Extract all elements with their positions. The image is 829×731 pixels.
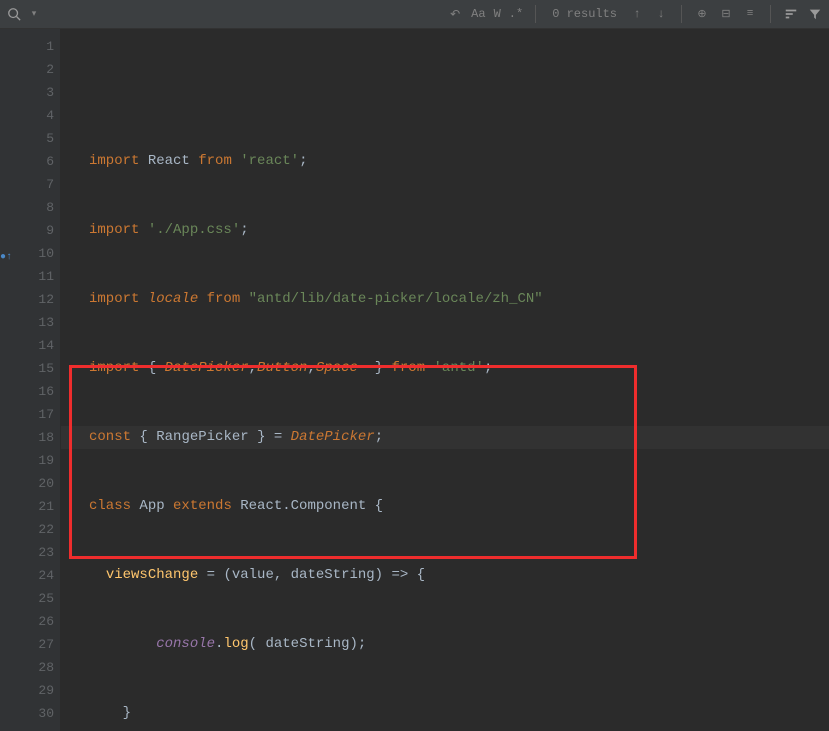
settings-icon[interactable] [783,6,799,22]
match-word-toggle[interactable]: W [494,7,501,21]
code-line[interactable]: class App extends React.Component { [89,495,829,518]
line-number[interactable]: 12 [0,288,54,311]
line-number[interactable]: 9 [0,219,54,242]
code-line[interactable]: viewsChange = (value, dateString) => { [89,564,829,587]
line-number[interactable]: 6 [0,150,54,173]
code-editor[interactable]: 1 2 3 4 5 6 7 8 9 ●↑10 11 12 13 14 15 16… [0,29,829,731]
line-number[interactable]: 8 [0,196,54,219]
match-case-toggle[interactable]: Aa [471,7,485,21]
annotation-rectangle [69,365,637,559]
code-line[interactable]: } [89,702,829,725]
line-number[interactable]: 24 [0,564,54,587]
line-number[interactable]: 18 [0,426,54,449]
line-number[interactable]: 22 [0,518,54,541]
toolbar-left: ▾ [6,6,42,22]
code-line[interactable]: console.log( dateString); [89,633,829,656]
line-number[interactable]: 14 [0,334,54,357]
line-number[interactable]: 20 [0,472,54,495]
line-number[interactable]: 28 [0,656,54,679]
toolbar-right: ↶ Aa W .* 0 results ↑ ↓ ⊕ ⊟ ≡ [447,5,823,23]
line-number[interactable]: 2 [0,58,54,81]
separator [535,5,536,23]
code-line[interactable]: import locale from "antd/lib/date-picker… [89,288,829,311]
code-line[interactable]: import './App.css'; [89,219,829,242]
show-usages-icon[interactable]: ≡ [742,6,758,22]
results-count: 0 results [548,7,621,21]
select-all-icon[interactable]: ⊟ [718,6,734,22]
line-number[interactable]: ●↑10 [0,242,54,265]
line-number[interactable]: 25 [0,587,54,610]
line-number[interactable]: 4 [0,104,54,127]
line-number[interactable]: 5 [0,127,54,150]
line-number[interactable]: 1 [0,35,54,58]
line-gutter: 1 2 3 4 5 6 7 8 9 ●↑10 11 12 13 14 15 16… [0,29,61,731]
code-area[interactable]: import React from 'react'; import './App… [61,29,829,731]
override-icon: ●↑ [0,246,12,269]
filter-icon[interactable] [807,6,823,22]
dropdown-icon[interactable]: ▾ [26,6,42,22]
line-number[interactable]: 13 [0,311,54,334]
code-line[interactable]: import React from 'react'; [89,150,829,173]
line-number[interactable]: 3 [0,81,54,104]
find-toolbar: ▾ ↶ Aa W .* 0 results ↑ ↓ ⊕ ⊟ ≡ [0,0,829,29]
line-number[interactable]: 23 [0,541,54,564]
add-selection-icon[interactable]: ⊕ [694,6,710,22]
line-number[interactable]: 21 [0,495,54,518]
regex-toggle[interactable]: .* [509,7,523,21]
line-number[interactable]: 19 [0,449,54,472]
line-number[interactable]: 29 [0,679,54,702]
next-match-icon[interactable]: ↓ [653,6,669,22]
line-number[interactable]: 31 [0,725,54,731]
history-prev-icon[interactable]: ↶ [447,6,463,22]
line-number[interactable]: 27 [0,633,54,656]
line-number[interactable]: 17 [0,403,54,426]
line-number[interactable]: 26 [0,610,54,633]
search-icon[interactable] [6,6,22,22]
prev-match-icon[interactable]: ↑ [629,6,645,22]
line-number[interactable]: 30 [0,702,54,725]
separator [770,5,771,23]
code-line[interactable]: import { DatePicker,Button,Space } from … [89,357,829,380]
line-number[interactable]: 16 [0,380,54,403]
line-number[interactable]: 15 [0,357,54,380]
line-number[interactable]: 7 [0,173,54,196]
separator [681,5,682,23]
